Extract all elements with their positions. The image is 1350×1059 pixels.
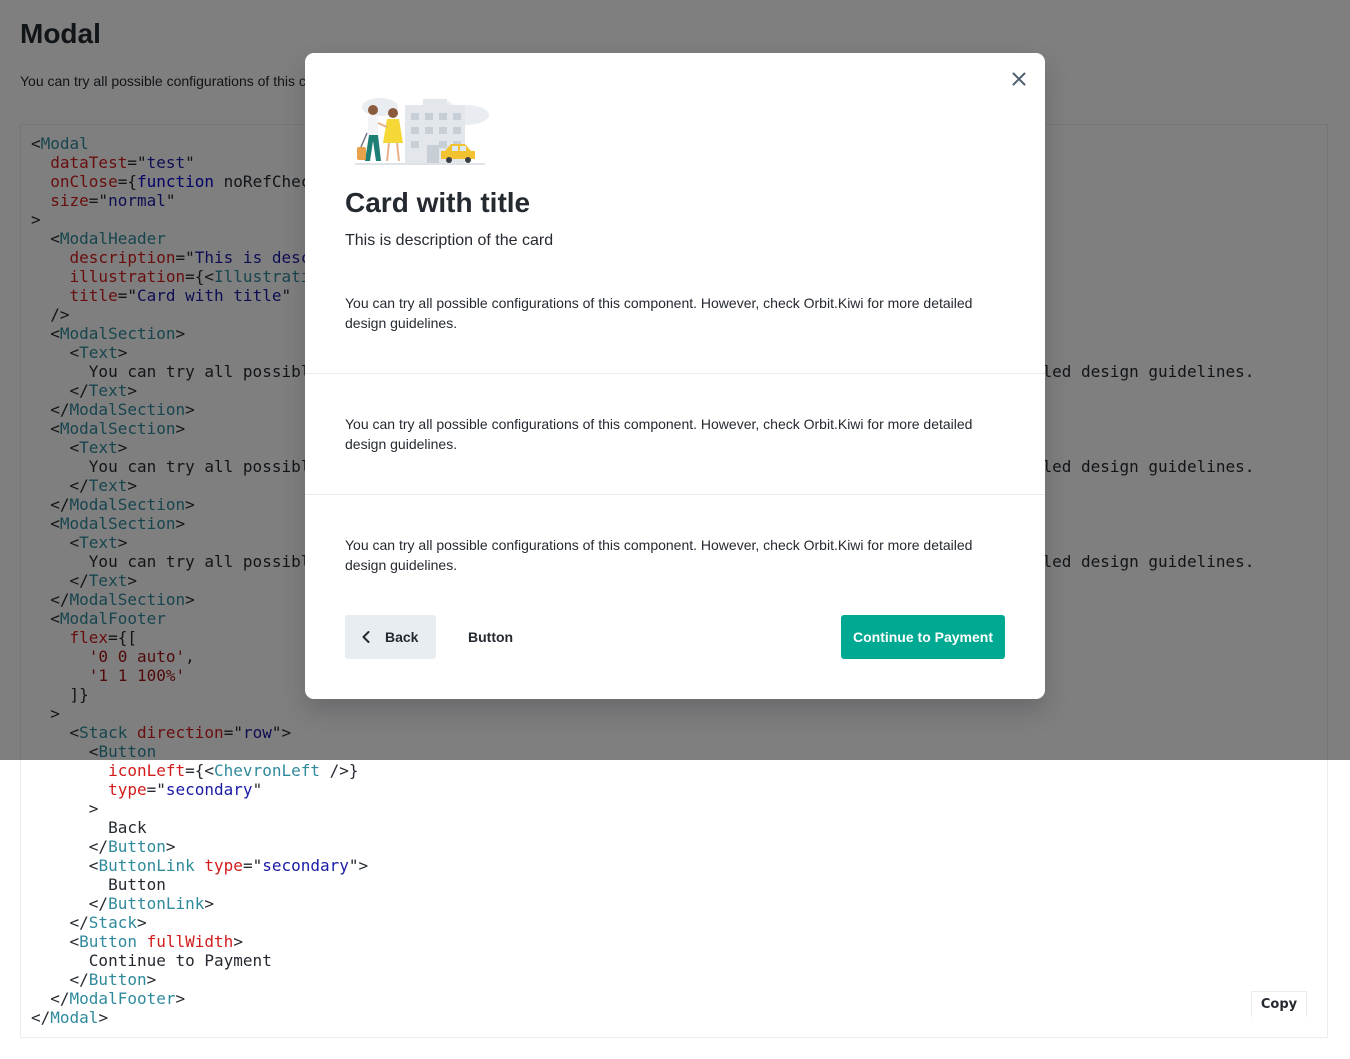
code-token: type xyxy=(108,780,147,799)
code-token: ButtonLink xyxy=(98,856,195,875)
code-line: Back xyxy=(31,818,1254,837)
code-token: Button xyxy=(108,837,166,856)
code-token: > xyxy=(233,932,243,951)
code-token: Stack xyxy=(88,913,137,932)
code-token: "> xyxy=(348,856,369,875)
code-token: > xyxy=(146,970,157,989)
code-line: </Button> xyxy=(31,970,1254,989)
code-token: iconLeft xyxy=(108,761,186,780)
code-token: Continue to Payment xyxy=(31,951,272,970)
modal-section: You can try all possible configurations … xyxy=(305,293,1045,333)
code-token: secondary xyxy=(165,780,253,799)
code-token: secondary xyxy=(262,856,349,875)
code-token: > xyxy=(88,799,99,818)
code-line: > xyxy=(31,799,1254,818)
modal: Card with title This is description of t… xyxy=(305,53,1045,699)
code-token: Button xyxy=(31,875,166,894)
help-illustration xyxy=(355,98,489,165)
code-token: ButtonLink xyxy=(108,894,205,913)
modal-footer: Back Button Continue to Payment xyxy=(345,615,1005,659)
code-token: =" xyxy=(242,856,263,875)
code-line: iconLeft={<ChevronLeft />} xyxy=(31,761,1254,780)
code-token: </ xyxy=(88,894,109,913)
code-token: Button xyxy=(88,970,147,989)
code-token: < xyxy=(88,856,99,875)
code-token: Back xyxy=(31,818,147,837)
code-token: </ xyxy=(69,913,89,932)
modal-section: You can try all possible configurations … xyxy=(305,535,1045,575)
code-line: Button xyxy=(31,875,1254,894)
code-token: ChevronLeft xyxy=(214,761,320,780)
code-line: type="secondary" xyxy=(31,780,1254,799)
modal-title: Card with title xyxy=(345,187,531,218)
section-text: You can try all possible configurations … xyxy=(345,295,973,331)
code-token: Modal xyxy=(50,1008,99,1027)
copy-button[interactable]: Copy xyxy=(1251,991,1307,1017)
continue-to-payment-button[interactable]: Continue to Payment xyxy=(841,615,1005,659)
code-token: =" xyxy=(146,780,166,799)
back-button-label: Back xyxy=(385,629,419,645)
code-token: ModalFooter xyxy=(69,989,176,1008)
code-token: > xyxy=(136,913,147,932)
modal-section: You can try all possible configurations … xyxy=(305,414,1045,454)
close-button[interactable] xyxy=(1007,67,1031,91)
code-token: > xyxy=(175,989,186,1008)
code-token: < xyxy=(69,932,80,951)
chevron-left-icon xyxy=(362,631,370,643)
code-line: </Modal> xyxy=(31,1008,1254,1027)
code-token: ={< xyxy=(185,761,215,780)
code-token: " xyxy=(252,780,263,799)
code-line: </ModalFooter> xyxy=(31,989,1254,1008)
code-token: fullWidth xyxy=(146,932,234,951)
code-token: Button xyxy=(79,932,137,951)
close-icon xyxy=(1012,72,1026,86)
code-token: type xyxy=(204,856,243,875)
page: Modal You can try all possible configura… xyxy=(0,0,1350,1059)
code-token: > xyxy=(98,1008,109,1027)
secondary-link-button[interactable]: Button xyxy=(452,615,529,659)
section-text: You can try all possible configurations … xyxy=(345,537,973,573)
code-token: > xyxy=(204,894,215,913)
code-line: <ButtonLink type="secondary"> xyxy=(31,856,1254,875)
code-token: > xyxy=(165,837,176,856)
code-line: </ButtonLink> xyxy=(31,894,1254,913)
code-line: </Button> xyxy=(31,837,1254,856)
code-token: </ xyxy=(31,1008,51,1027)
section-divider xyxy=(305,494,1045,495)
section-text: You can try all possible configurations … xyxy=(345,416,973,452)
code-token: </ xyxy=(50,989,70,1008)
section-divider xyxy=(305,373,1045,374)
code-line: <Button fullWidth> xyxy=(31,932,1254,951)
code-line: Continue to Payment xyxy=(31,951,1254,970)
code-token: </ xyxy=(88,837,109,856)
back-button[interactable]: Back xyxy=(345,615,436,659)
code-token: />} xyxy=(320,761,359,780)
modal-description: This is description of the card xyxy=(345,232,554,249)
code-line: </Stack> xyxy=(31,913,1254,932)
code-token: </ xyxy=(69,970,89,989)
